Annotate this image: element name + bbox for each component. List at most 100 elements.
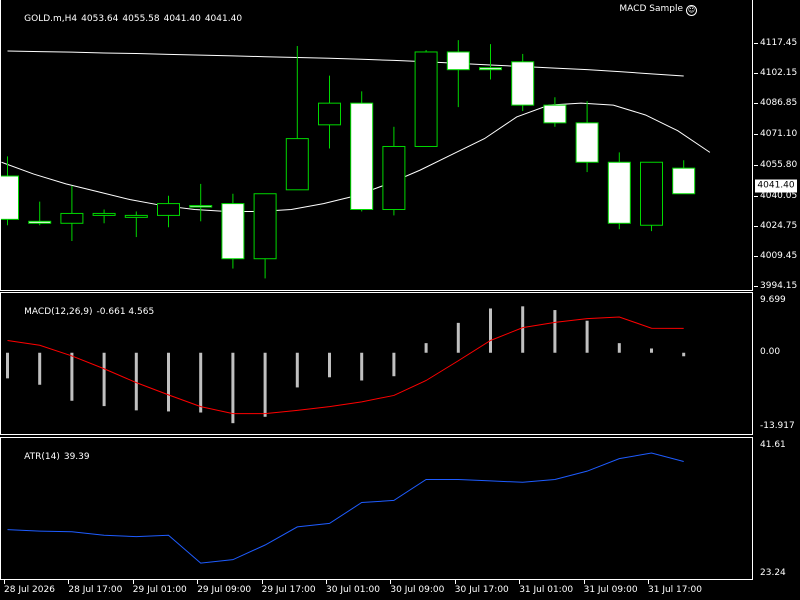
macd-histogram-bar (360, 352, 364, 381)
high-value: 4055.58 (122, 14, 160, 24)
bull-candle-body (92, 212, 116, 216)
price-tick (754, 225, 758, 227)
candle (543, 97, 567, 127)
time-tick-label: 31 Jul 09:00 (583, 585, 638, 595)
bear-candle-body (28, 220, 52, 224)
bull-candle-body (318, 102, 341, 126)
candle (124, 211, 148, 238)
time-tick-label: 28 Jul 2026 (4, 585, 55, 595)
macd-histogram-bar (682, 352, 686, 357)
price-tick (754, 286, 758, 287)
price-tick (754, 195, 758, 197)
candle (479, 44, 502, 80)
slow-ma-line (7, 50, 684, 77)
atr-pane[interactable]: ATR(14) 39.39 (0, 437, 753, 580)
atr-line (7, 452, 684, 564)
macd-histogram-bar (199, 352, 203, 413)
time-tick-label: 29 Jul 09:00 (197, 585, 252, 595)
macd-histogram-bar (617, 343, 621, 353)
macd-histogram-bar (102, 352, 106, 407)
bear-candle-body (479, 67, 502, 71)
candle (575, 101, 599, 173)
candle (253, 193, 277, 279)
current-price-label: 4041.40 (755, 179, 797, 193)
price-pane[interactable]: GOLD.m,H4 4053.64 4055.58 4041.40 4041.40 MA… (0, 0, 753, 291)
price-tick (754, 73, 758, 75)
atr-title: ATR(14) (24, 452, 60, 462)
macd-histogram-bar (392, 352, 396, 377)
macd-histogram-bar (489, 308, 492, 353)
macd-values: -0.661 4.565 (96, 307, 155, 317)
price-tick-label: 4117.45 (760, 38, 798, 49)
price-tick-label: 4102.15 (760, 68, 798, 79)
atr-tick-label: 41.61 (760, 440, 786, 450)
macd-histogram-bar (521, 306, 525, 353)
candle (318, 75, 341, 149)
bear-candle-body (575, 122, 599, 163)
expert-name: MACD Sample (619, 4, 683, 14)
time-tick (454, 580, 456, 584)
macd-axis[interactable]: 9.699 0.00 -13.917 (754, 292, 800, 435)
macd-histogram-bar (328, 352, 331, 378)
time-tick-label: 30 Jul 01:00 (326, 585, 380, 595)
time-tick-label: 28 Jul 17:00 (68, 585, 123, 595)
price-tick-label: 3994.15 (760, 281, 798, 291)
atr-values: 39.39 (63, 452, 90, 462)
macd-histogram-bar (134, 352, 138, 411)
time-tick (197, 580, 199, 584)
macd-histogram-bar (70, 352, 74, 401)
candle (92, 209, 116, 224)
candle (672, 160, 696, 195)
price-tick (754, 43, 758, 45)
macd-pane[interactable]: MACD(12,26,9) -0.661 4.565 (0, 292, 753, 435)
macd-tick-label: -13.917 (760, 421, 795, 431)
candlestick-plot (1, 40, 711, 279)
smiley-icon: ☺ (686, 5, 697, 16)
low-value: 4041.40 (163, 14, 201, 24)
time-tick-label: 31 Jul 01:00 (519, 585, 574, 595)
candle (221, 193, 245, 269)
macd-tick-label: 0.00 (760, 346, 781, 357)
macd-histogram-bar (456, 322, 460, 353)
atr-axis[interactable]: 41.61 23.24 (754, 437, 800, 580)
time-tick (648, 580, 649, 584)
macd-signal-line (7, 316, 684, 415)
macd-histogram-bar (295, 352, 299, 388)
time-tick-label: 31 Jul 17:00 (648, 585, 702, 595)
candle (511, 53, 535, 112)
price-axis[interactable]: 4117.45 4102.15 4086.85 4071.10 4055.80 4040.… (754, 0, 800, 291)
macd-histogram-bar (6, 352, 9, 379)
bull-candle-body (414, 51, 438, 147)
time-tick (261, 580, 263, 584)
macd-histogram-bar (263, 352, 267, 417)
macd-tick-label: 9.699 (760, 295, 786, 305)
atr-tick-label: 23.24 (760, 568, 786, 578)
time-tick-label: 29 Jul 17:00 (261, 585, 316, 595)
time-tick (326, 580, 327, 584)
time-tick (68, 580, 70, 584)
macd-histogram-bar (167, 352, 170, 412)
price-tick-label: 4009.45 (760, 250, 798, 261)
candle (60, 185, 84, 242)
time-axis[interactable]: 28 Jul 2026 28 Jul 17:00 29 Jul 01:00 29 Ju… (0, 580, 800, 600)
bear-candle-body (543, 104, 567, 124)
candle (350, 91, 374, 212)
price-tick (754, 134, 758, 136)
bear-candle-body (511, 61, 535, 106)
bear-candle-body (446, 51, 470, 71)
bear-candle-body (672, 167, 696, 195)
price-header: GOLD.m,H4 4053.64 4055.58 4041.40 4041.40 (7, 4, 246, 34)
bull-candle-body (382, 145, 406, 210)
macd-histogram-bar (424, 343, 428, 353)
atr-plot (7, 452, 684, 564)
candle (382, 126, 406, 216)
chart-window: GOLD.m,H4 4053.64 4055.58 4041.40 4041.40 MA… (0, 0, 800, 600)
time-tick (132, 580, 134, 584)
macd-histogram-bar (553, 310, 557, 353)
candle (189, 183, 213, 222)
price-tick (754, 255, 758, 257)
expert-advisor-label[interactable]: MACD Sample ☺ (619, 4, 697, 16)
close-value: 4041.40 (204, 14, 243, 24)
bull-candle-body (60, 212, 84, 224)
candle (446, 40, 470, 108)
